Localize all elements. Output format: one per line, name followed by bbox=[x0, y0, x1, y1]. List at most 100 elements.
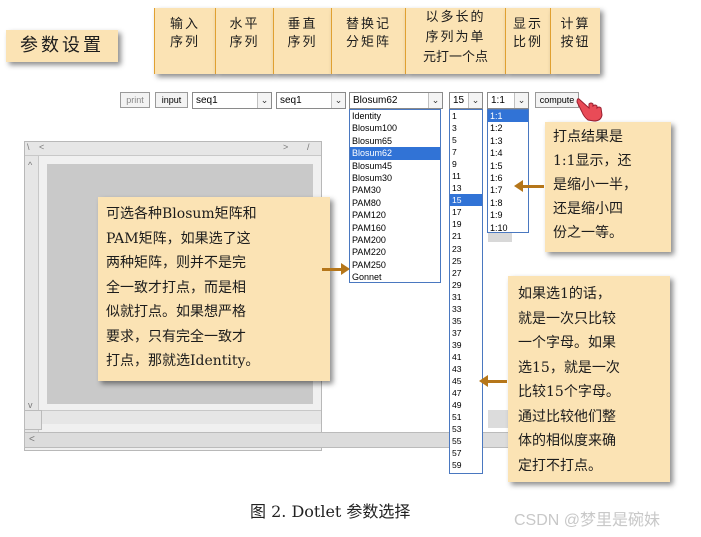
matrix-dropdown-list[interactable]: Identity Blosum100 Blosum65 Blosum62 Blosum4… bbox=[349, 109, 441, 283]
dropdown-option[interactable]: Blosum45 bbox=[350, 160, 440, 172]
dropdown-option[interactable]: 3 bbox=[450, 122, 482, 134]
dropdown-option[interactable]: 37 bbox=[450, 327, 482, 339]
dropdown-option[interactable]: 35 bbox=[450, 315, 482, 327]
dropdown-option[interactable]: 23 bbox=[450, 243, 482, 255]
dropdown-option[interactable]: 51 bbox=[450, 411, 482, 423]
header-note-matrix: 替换记 分矩阵 bbox=[331, 8, 405, 74]
dropdown-option[interactable]: PAM220 bbox=[350, 246, 440, 258]
dropdown-option[interactable]: 33 bbox=[450, 303, 482, 315]
note-line: 还是缩小四 bbox=[553, 201, 623, 217]
header-note-line: 以多长的 bbox=[425, 10, 486, 25]
dropdown-option[interactable]: 1:2 bbox=[488, 122, 528, 134]
dropdown-option[interactable]: 43 bbox=[450, 363, 482, 375]
matrix-select[interactable]: Blosum62 ⌄ bbox=[349, 92, 443, 109]
header-note-line: 显示 bbox=[512, 17, 543, 32]
arrow-head-icon bbox=[479, 375, 488, 387]
chevron-left-icon[interactable]: < bbox=[29, 434, 35, 445]
dropdown-option[interactable]: 25 bbox=[450, 255, 482, 267]
window-dropdown-list[interactable]: 1 3 5 7 9 11 13 15 17 19 21 23 25 27 29 31 33 35 37 39 41 43 4… bbox=[449, 109, 483, 474]
dropdown-option[interactable]: 7 bbox=[450, 146, 482, 158]
dropdown-option[interactable]: 15 bbox=[450, 194, 482, 207]
dropdown-option[interactable]: PAM30 bbox=[350, 184, 440, 196]
dropdown-option[interactable]: 27 bbox=[450, 267, 482, 279]
dropdown-option[interactable]: Blosum100 bbox=[350, 122, 440, 134]
dropdown-option[interactable]: 17 bbox=[450, 206, 482, 218]
horizontal-seq-select[interactable]: seq1 ⌄ bbox=[192, 92, 272, 109]
dropdown-option[interactable]: Blosum62 bbox=[350, 147, 440, 160]
ratio-dropdown-list[interactable]: 1:1 1:2 1:3 1:4 1:5 1:6 1:7 1:8 1:9 1:10 bbox=[487, 109, 529, 233]
dropdown-option[interactable]: 1:1 bbox=[488, 110, 528, 123]
dropdown-option[interactable]: 53 bbox=[450, 423, 482, 435]
dropdown-option[interactable]: 1:4 bbox=[488, 147, 528, 159]
arrow-head-icon bbox=[514, 180, 523, 192]
header-note-line: 输入 bbox=[169, 17, 200, 32]
note-line: 定打不打点。 bbox=[518, 457, 602, 474]
dropdown-option[interactable]: Blosum30 bbox=[350, 172, 440, 184]
dropdown-option[interactable]: PAM250 bbox=[350, 259, 440, 271]
top-scrollbar[interactable]: \ < > / bbox=[25, 142, 321, 156]
chevron-right-icon[interactable]: > bbox=[283, 142, 288, 152]
dropdown-option[interactable]: 1:9 bbox=[488, 209, 528, 221]
dropdown-option[interactable]: PAM80 bbox=[350, 197, 440, 209]
dropdown-option[interactable]: 39 bbox=[450, 339, 482, 351]
dropdown-option[interactable]: 57 bbox=[450, 447, 482, 459]
note-line: 1:1显示，还 bbox=[553, 153, 632, 169]
select-value: Blosum62 bbox=[353, 95, 398, 106]
ratio-select[interactable]: 1:1 ⌄ bbox=[487, 92, 529, 109]
dropdown-option[interactable]: 1:8 bbox=[488, 197, 528, 209]
header-note-horizontal-seq: 水平 序列 bbox=[215, 8, 273, 74]
dropdown-option[interactable]: 21 bbox=[450, 230, 482, 242]
dropdown-option[interactable]: 1:5 bbox=[488, 160, 528, 172]
chevron-left-icon[interactable]: < bbox=[39, 142, 44, 152]
dropdown-option[interactable]: 31 bbox=[450, 291, 482, 303]
header-note-window: 以多长的 序列为单 元打一个点 bbox=[405, 8, 505, 74]
dropdown-option[interactable]: 9 bbox=[450, 158, 482, 170]
window-select[interactable]: 15 ⌄ bbox=[449, 92, 483, 109]
dropdown-option[interactable]: 55 bbox=[450, 435, 482, 447]
dropdown-option[interactable]: 1:10 bbox=[488, 222, 528, 234]
left-scrollbar[interactable]: ^ v / bbox=[25, 156, 39, 436]
bottom-scrollbar[interactable] bbox=[39, 410, 321, 424]
dropdown-option[interactable]: PAM120 bbox=[350, 209, 440, 221]
note-line: 是缩小一半， bbox=[553, 177, 637, 193]
dropdown-option[interactable]: 1 bbox=[450, 110, 482, 122]
dropdown-option[interactable]: PAM160 bbox=[350, 222, 440, 234]
dropdown-option[interactable]: 1:3 bbox=[488, 135, 528, 147]
scroll-thumb[interactable] bbox=[488, 410, 508, 428]
dropdown-option[interactable]: 13 bbox=[450, 182, 482, 194]
note-line: PAM矩阵，如果选了这 bbox=[106, 230, 251, 247]
window-explanation-note: 如果选1的话， 就是一次只比较 一个字母。如果 选15，就是一次 比较15个字母… bbox=[508, 276, 670, 482]
note-line: 可选各种Blosum矩阵和 bbox=[106, 206, 257, 222]
vertical-seq-select[interactable]: seq1 ⌄ bbox=[276, 92, 346, 109]
dropdown-option[interactable]: Identity bbox=[350, 110, 440, 122]
header-note-vertical-seq: 垂直 序列 bbox=[273, 8, 331, 74]
dropdown-option[interactable]: 29 bbox=[450, 279, 482, 291]
compute-button[interactable]: compute bbox=[535, 92, 579, 108]
note-line: 一个字母。如果 bbox=[518, 335, 616, 351]
header-note-line: 元打一个点 bbox=[422, 50, 488, 65]
dropdown-option[interactable]: 49 bbox=[450, 399, 482, 411]
dropdown-option[interactable]: 5 bbox=[450, 134, 482, 146]
dropdown-option[interactable]: 11 bbox=[450, 170, 482, 182]
horizontal-scrollbar[interactable]: < bbox=[24, 432, 564, 448]
dropdown-option[interactable]: PAM200 bbox=[350, 234, 440, 246]
dropdown-option[interactable]: 59 bbox=[450, 459, 482, 471]
select-value: seq1 bbox=[196, 95, 218, 106]
scroll-end-icon[interactable]: / bbox=[307, 142, 310, 152]
dropdown-option[interactable]: 45 bbox=[450, 375, 482, 387]
chevron-up-icon[interactable]: ^ bbox=[28, 160, 32, 170]
scroll-left-icon[interactable]: \ bbox=[27, 142, 30, 152]
dropdown-option[interactable]: Blosum65 bbox=[350, 135, 440, 147]
dropdown-option[interactable]: Gonnet bbox=[350, 271, 440, 283]
header-note-line: 水平 bbox=[229, 17, 260, 32]
input-button[interactable]: input bbox=[155, 92, 188, 108]
header-note-ratio: 显示 比例 bbox=[505, 8, 550, 74]
note-line: 全一致才打点，而是相 bbox=[106, 279, 246, 296]
dropdown-option[interactable]: 41 bbox=[450, 351, 482, 363]
dropdown-option[interactable]: 47 bbox=[450, 387, 482, 399]
chevron-down-icon[interactable]: v bbox=[28, 400, 33, 410]
dropdown-option[interactable]: 19 bbox=[450, 218, 482, 230]
header-note-line: 替换记 bbox=[345, 17, 391, 32]
print-button[interactable]: print bbox=[120, 92, 150, 108]
scroll-corner bbox=[24, 410, 42, 430]
